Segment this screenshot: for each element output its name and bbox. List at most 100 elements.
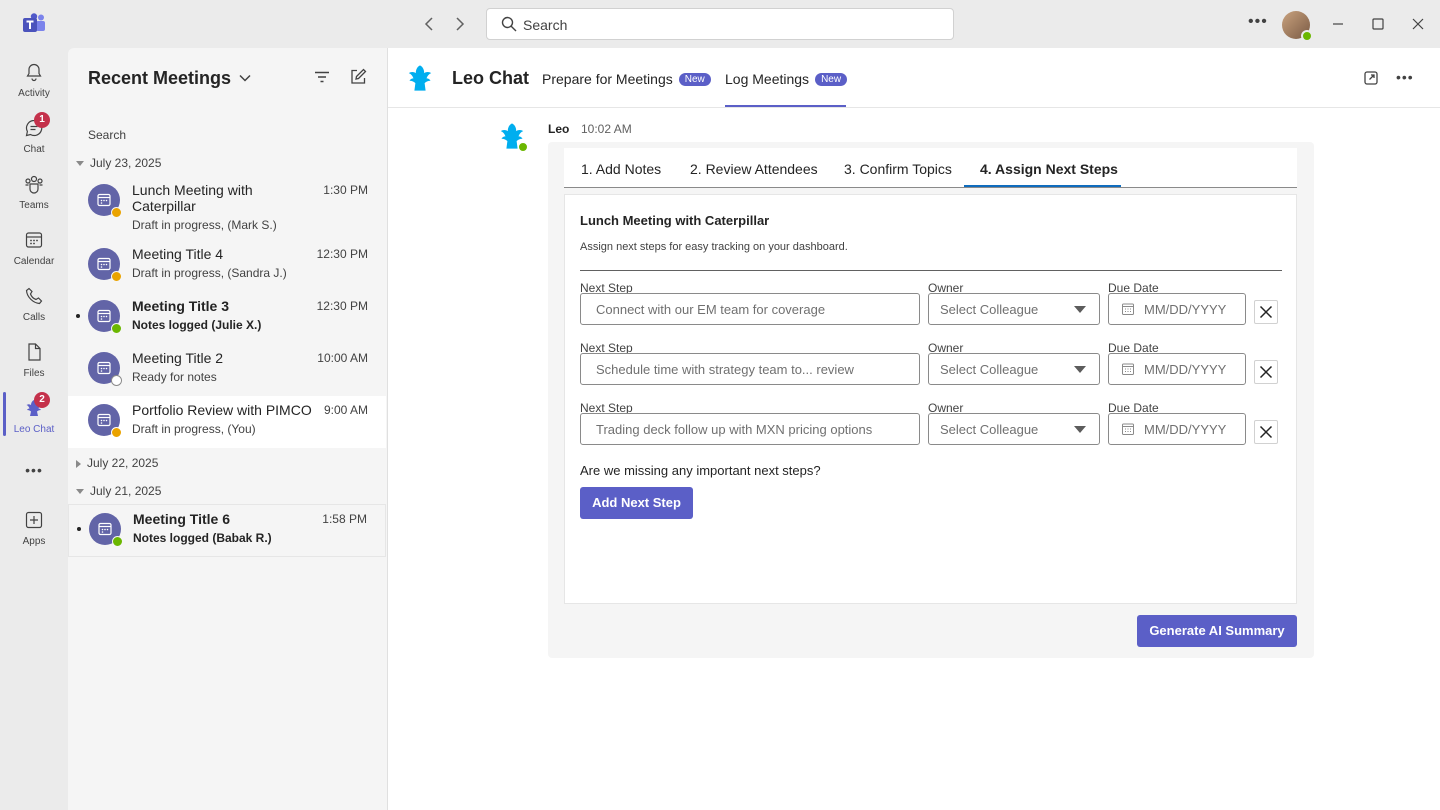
compose-icon[interactable] [349, 68, 367, 86]
rail-label: Leo Chat [13, 424, 55, 435]
unread-dot-icon [77, 527, 81, 531]
rail-label: Teams [19, 200, 49, 211]
search-icon [501, 16, 517, 32]
app-name: Leo Chat [452, 68, 530, 88]
step-tab-review-attendees[interactable]: 2. Review Attendees [690, 161, 818, 177]
meeting-status-text: Notes logged (Julie X.) [132, 318, 262, 332]
title-bar: Search ••• [0, 0, 1440, 48]
settings-more-icon[interactable]: ••• [1248, 13, 1268, 31]
step-tab-confirm-topics[interactable]: 3. Confirm Topics [844, 161, 952, 177]
teams-logo-icon[interactable] [22, 13, 46, 35]
date-group-header[interactable]: July 21, 2025 [76, 484, 161, 498]
step-tab-assign-next-steps[interactable]: 4. Assign Next Steps [980, 161, 1118, 177]
back-arrow-icon[interactable] [420, 14, 440, 34]
calendar-icon [97, 193, 111, 207]
rail-item-activity[interactable]: Activity [0, 62, 68, 118]
meeting-title: Meeting Title 3 [132, 298, 229, 314]
calendar-icon [1122, 363, 1134, 375]
more-options-icon[interactable]: ••• [1396, 69, 1414, 85]
chevron-down-icon[interactable] [238, 71, 252, 85]
tab-log-meetings[interactable]: Log Meetings New [725, 71, 848, 87]
tab-prepare-for-meetings[interactable]: Prepare for Meetings New [542, 71, 711, 87]
date-group-header[interactable]: July 23, 2025 [76, 156, 161, 170]
due-date-input[interactable]: MM/DD/YYYY [1108, 293, 1246, 325]
global-search-input[interactable]: Search [486, 8, 954, 40]
owner-select[interactable]: Select Colleague [928, 293, 1100, 325]
meetings-search-input[interactable]: Search [88, 128, 126, 142]
meeting-title: Meeting Title 4 [132, 246, 224, 262]
meeting-list-item[interactable]: Meeting Title 4 Draft in progress, (Sand… [68, 240, 386, 292]
filter-icon[interactable] [313, 68, 331, 86]
meeting-list-item[interactable]: Meeting Title 3 Notes logged (Julie X.) … [68, 292, 386, 344]
divider [580, 270, 1282, 271]
meeting-title: Lunch Meeting with Caterpillar [132, 182, 253, 214]
step-tab-add-notes[interactable]: 1. Add Notes [581, 161, 661, 177]
message-sender: Leo [548, 122, 570, 136]
rail-item-leo-chat[interactable]: 2 Leo Chat [0, 392, 68, 454]
maximize-icon[interactable] [1368, 14, 1388, 34]
owner-select[interactable]: Select Colleague [928, 413, 1100, 445]
next-step-input[interactable]: Trading deck follow up with MXN pricing … [580, 413, 920, 445]
minimize-icon[interactable] [1328, 14, 1348, 34]
apps-icon [25, 511, 43, 529]
form-description: Assign next steps for easy tracking on y… [580, 241, 848, 253]
teams-icon [25, 175, 43, 194]
rail-label: Files [23, 368, 45, 379]
remove-row-button[interactable] [1254, 420, 1278, 444]
tab-label: Log Meetings [725, 71, 810, 87]
rail-item-teams[interactable]: Teams [0, 174, 68, 230]
app-header: Leo Chat Prepare for Meetings New Log Mee… [388, 48, 1440, 108]
remove-row-button[interactable] [1254, 300, 1278, 324]
active-step-indicator [964, 185, 1121, 187]
meeting-status-text: Draft in progress, (Sandra J.) [132, 266, 287, 280]
unread-count-badge: 2 [34, 392, 50, 408]
remove-row-button[interactable] [1254, 360, 1278, 384]
due-date-input[interactable]: MM/DD/YYYY [1108, 353, 1246, 385]
generate-ai-summary-button[interactable]: Generate AI Summary [1137, 615, 1297, 647]
meeting-list-item[interactable]: Meeting Title 2 Ready for notes 10:00 AM [68, 344, 386, 396]
select-placeholder: Select Colleague [940, 362, 1039, 377]
user-avatar[interactable] [1282, 11, 1313, 42]
file-icon [28, 343, 41, 361]
meeting-time: 12:30 PM [316, 299, 368, 313]
calendar-icon [25, 232, 43, 248]
meeting-list-item-selected[interactable]: Portfolio Review with PIMCO Draft in pro… [68, 396, 386, 448]
next-step-input[interactable]: Schedule time with strategy team to... r… [580, 353, 920, 385]
select-placeholder: Select Colleague [940, 422, 1039, 437]
rail-label: Calls [22, 312, 46, 323]
rail-label: Apps [22, 536, 46, 547]
leo-eagle-logo-icon [408, 65, 432, 91]
input-placeholder: Trading deck follow up with MXN pricing … [596, 422, 873, 437]
status-ready-icon [111, 375, 122, 386]
bell-icon [26, 63, 42, 82]
calendar-icon [97, 309, 111, 323]
owner-select[interactable]: Select Colleague [928, 353, 1100, 385]
forward-arrow-icon[interactable] [449, 14, 469, 34]
input-placeholder: Connect with our EM team for coverage [596, 302, 826, 317]
new-badge: New [815, 73, 848, 86]
rail-item-chat[interactable]: 1 Chat [0, 112, 68, 174]
next-steps-form: Lunch Meeting with Caterpillar Assign ne… [564, 194, 1297, 604]
rail-item-apps[interactable]: Apps [0, 510, 68, 566]
meeting-list-item[interactable]: Lunch Meeting with Caterpillar Draft in … [68, 176, 386, 234]
date-group-header[interactable]: July 22, 2025 [76, 456, 158, 470]
pop-out-icon[interactable] [1363, 70, 1379, 86]
input-placeholder: MM/DD/YYYY [1144, 422, 1227, 437]
calendar-icon [97, 413, 111, 427]
due-date-input[interactable]: MM/DD/YYYY [1108, 413, 1246, 445]
missing-steps-prompt: Are we missing any important next steps? [580, 463, 821, 478]
meeting-time: 9:00 AM [323, 403, 368, 417]
date-group-label: July 23, 2025 [90, 156, 162, 170]
app-rail: Activity 1 Chat Teams Calendar Calls Fil… [0, 48, 68, 810]
next-step-input[interactable]: Connect with our EM team for coverage [580, 293, 920, 325]
rail-item-calendar[interactable]: Calendar [0, 230, 68, 286]
add-next-step-button[interactable]: Add Next Step [580, 487, 693, 519]
leo-bot-avatar [498, 122, 528, 152]
meeting-title: Meeting Title 6 [133, 511, 230, 527]
calendar-icon [1122, 423, 1134, 435]
calendar-icon [97, 361, 111, 375]
rail-item-files[interactable]: Files [0, 342, 68, 398]
meeting-list-item[interactable]: Meeting Title 6 Notes logged (Babak R.) … [68, 504, 386, 557]
close-window-icon[interactable] [1408, 14, 1428, 34]
rail-item-calls[interactable]: Calls [0, 286, 68, 342]
